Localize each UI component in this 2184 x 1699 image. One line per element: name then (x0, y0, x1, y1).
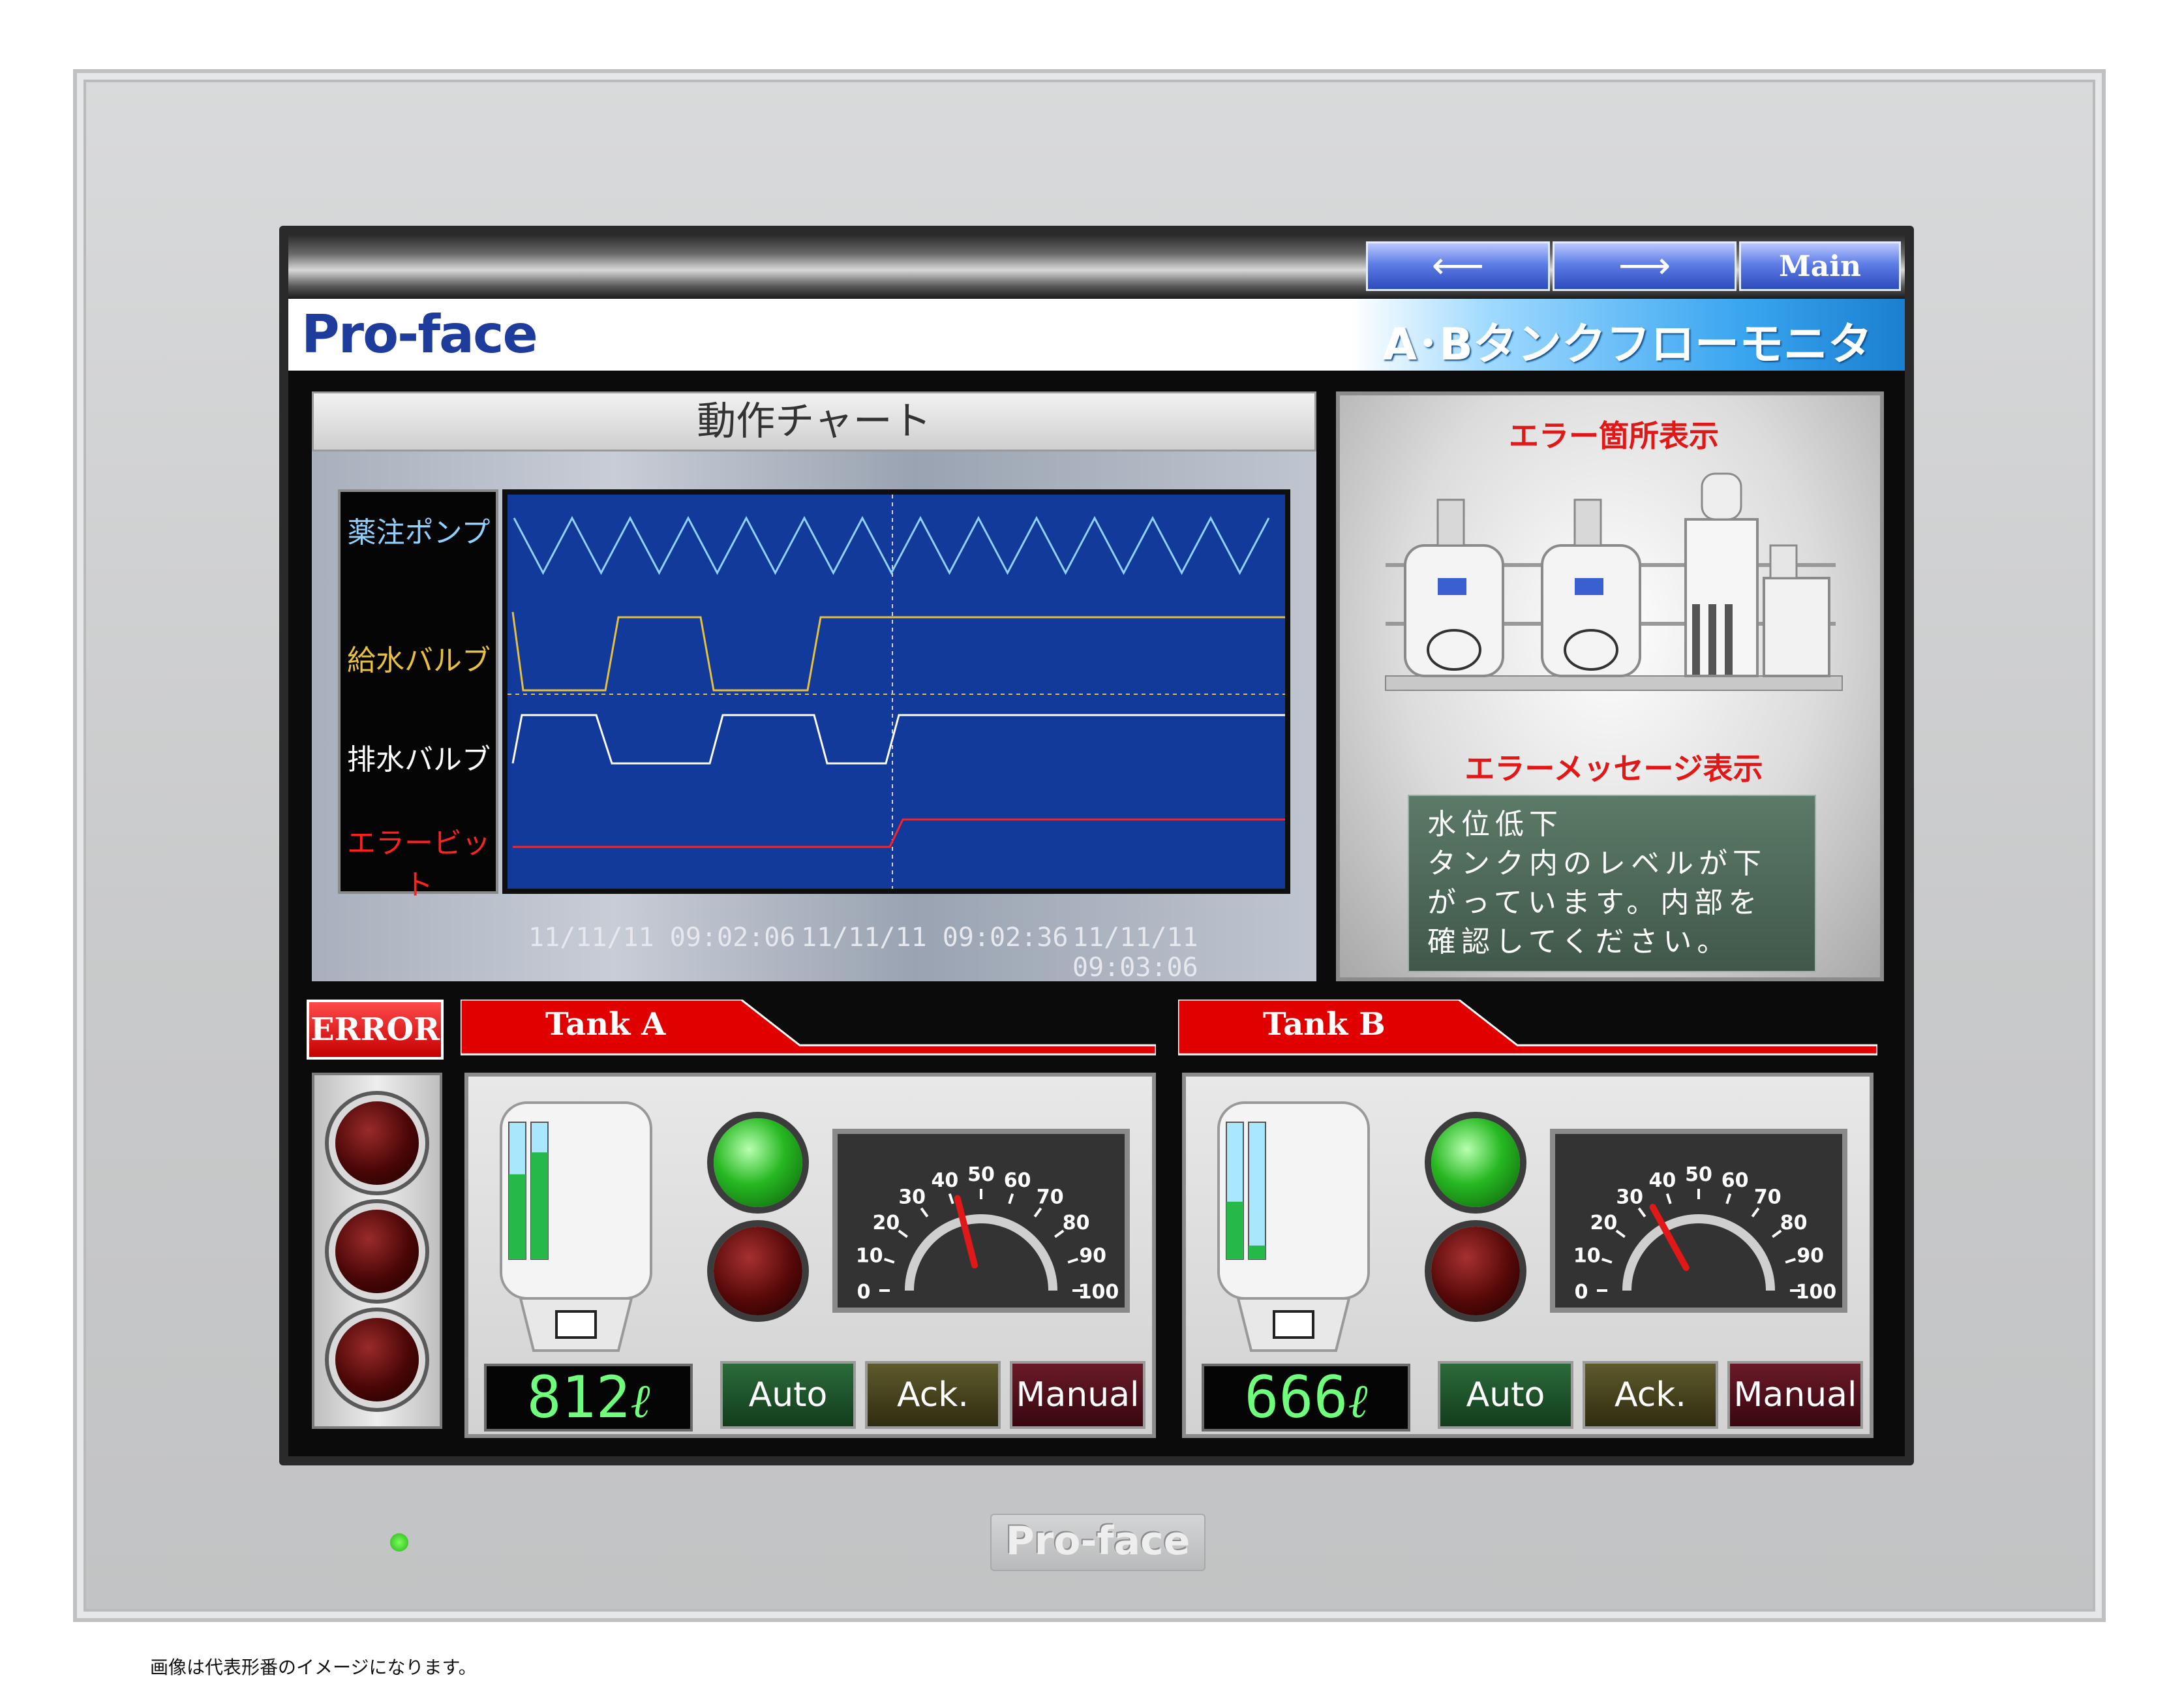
gauge-tick-label: 30 (898, 1186, 926, 1208)
title-bar: Pro-face A･Bタンクフローモニタ (288, 299, 1905, 371)
gauge-tick-label: 60 (1004, 1169, 1031, 1192)
chart-title: 動作チャート (312, 391, 1316, 452)
wave-drain-valve (511, 714, 1285, 765)
error-message-box: 水位低下 タンク内のレベルが下 がっています。内部を 確認してください。 (1408, 795, 1816, 972)
forward-button[interactable]: ⟶ (1553, 241, 1737, 291)
tank-a-level-2 (531, 1152, 548, 1259)
tank-a-tab: Tank A (461, 1000, 1156, 1060)
gauge-tick-label: 60 (1721, 1169, 1749, 1192)
main-button-label: Main (1779, 249, 1861, 283)
proface-logo: Pro-face (301, 304, 538, 365)
gauge-tick-label: 20 (1590, 1212, 1618, 1234)
gauge-tick-label: 90 (1797, 1244, 1824, 1267)
tank-b-auto-button[interactable]: Auto (1438, 1361, 1573, 1429)
gauge-tick-label: 0 (1575, 1281, 1588, 1304)
error-lamp-3 (335, 1318, 419, 1401)
tank-b-level-2 (1249, 1246, 1266, 1259)
gauge-tick-label: 10 (1573, 1244, 1601, 1267)
error-lamp-column (312, 1073, 442, 1429)
gauge-tick-label: 10 (856, 1244, 883, 1267)
timestamp-3: 11/11/11 09:03:06 (1072, 923, 1198, 983)
footnote: 画像は代表形番のイメージになります。 (150, 1657, 477, 1678)
tank-b-ack-button[interactable]: Ack. (1583, 1361, 1718, 1429)
error-message-line: タンク内のレベルが下 (1427, 847, 1767, 880)
signal-label-column: 薬注ポンプ 給水バルブ 排水バルブ エラービット (338, 489, 498, 902)
bezel-logo: Pro-face (990, 1514, 1206, 1571)
signal-label-supply-valve: 給水バルブ (347, 644, 491, 677)
tank-b-manual-button[interactable]: Manual (1727, 1361, 1863, 1429)
tank-b-icon (1217, 1101, 1370, 1352)
tank-a-volume: 812 (526, 1364, 631, 1431)
signal-label-pump: 薬注ポンプ (347, 516, 491, 549)
timestamp-1: 11/11/11 09:02:06 (528, 923, 796, 953)
timestamp-2: 11/11/11 09:02:36 (801, 923, 1069, 953)
tank-a-icon (500, 1101, 652, 1352)
tank-b-gauge: 0 10 20 30 40 50 60 70 80 90 100 (1550, 1129, 1847, 1313)
tank-a-panel: 0 10 20 30 40 50 60 70 80 90 100 812ℓ Auto Ack. Ma… (464, 1073, 1156, 1438)
gauge-tick-label: 90 (1079, 1244, 1106, 1267)
tank-b-run-lamp (1431, 1118, 1520, 1207)
tank-a-volume-readout: 812ℓ (484, 1364, 693, 1431)
timing-plot-svg (508, 495, 1285, 889)
gauge-tick-label: 80 (1063, 1212, 1090, 1234)
hmi-screen: ⟵ ⟶ Main Pro-face A･Bタンクフローモニタ 動作チャート 薬注… (288, 235, 1905, 1456)
tank-a-gauge-svg: 0 10 20 30 40 50 60 70 80 90 100 (838, 1134, 1125, 1308)
gauge-tick-label: 70 (1754, 1186, 1782, 1208)
signal-label-drain-valve: 排水バルブ (347, 743, 491, 776)
plant-diagram (1385, 472, 1843, 691)
error-lamp-1 (335, 1101, 419, 1185)
tank-a-ack-button[interactable]: Ack. (865, 1361, 1001, 1429)
tank-b-alarm-lamp (1431, 1227, 1520, 1315)
gauge-tick-label: 50 (967, 1163, 995, 1186)
gauge-tick-label: 40 (932, 1169, 959, 1192)
tank-b-name: Tank B (1263, 1006, 1386, 1043)
tank-b-gauge-svg: 0 10 20 30 40 50 6070 80 90 100 (1555, 1134, 1842, 1308)
gauge-tick-label: 70 (1037, 1186, 1064, 1208)
gauge-tick-label: 100 (1796, 1281, 1837, 1304)
tank-b-volume-readout: 666ℓ (1202, 1364, 1410, 1431)
error-message-line: 水位低下 (1427, 808, 1563, 841)
error-lamp-2 (335, 1210, 419, 1293)
tank-b-level-1 (1226, 1201, 1243, 1259)
wave-error-bit (513, 818, 1285, 848)
tank-b-unit: ℓ (1348, 1373, 1368, 1428)
tank-b-volume: 666 (1244, 1364, 1348, 1431)
tank-a-gauge: 0 10 20 30 40 50 60 70 80 90 100 (832, 1129, 1130, 1313)
tank-a-auto-button[interactable]: Auto (720, 1361, 856, 1429)
error-tab: ERROR (307, 1000, 444, 1060)
error-message-title: エラーメッセージ表示 (1464, 751, 1763, 786)
main-button[interactable]: Main (1739, 241, 1901, 291)
back-button[interactable]: ⟵ (1366, 241, 1550, 291)
power-led (390, 1533, 408, 1552)
tank-a-run-lamp (714, 1118, 802, 1207)
gauge-tick-label: 0 (857, 1281, 871, 1304)
signal-label-error-bit: エラービット (347, 827, 491, 902)
tank-a-alarm-lamp (714, 1227, 802, 1315)
screen-title: A･Bタンクフローモニタ (1382, 319, 1872, 371)
tank-a-level-1 (509, 1174, 526, 1259)
tank-a-unit: ℓ (630, 1373, 650, 1428)
tank-b-panel: 0 10 20 30 40 50 60 70 80 90 100 666ℓ Auto Ack. Ma… (1182, 1073, 1873, 1438)
arrow-left-icon: ⟵ (1431, 245, 1485, 287)
gauge-tick-label: 100 (1078, 1281, 1119, 1304)
arrow-right-icon: ⟶ (1618, 245, 1671, 287)
wave-pump (513, 515, 1270, 575)
screen-title-area: A･Bタンクフローモニタ (1352, 299, 1905, 371)
error-location-panel: エラー箇所表示 エラーメッセージ表示 水位低下 タンク内のレベルが下 がっていま… (1336, 391, 1884, 981)
tank-b-tab: Tank B (1178, 1000, 1877, 1060)
gauge-tick-label: 20 (873, 1212, 900, 1234)
gauge-tick-label: 30 (1616, 1186, 1643, 1208)
timing-plot (502, 489, 1290, 894)
error-message-line: 確認してください。 (1427, 925, 1731, 958)
wave-supply-valve (511, 611, 1285, 692)
top-bar: ⟵ ⟶ Main (288, 235, 1905, 299)
gauge-tick-label: 80 (1780, 1212, 1808, 1234)
operation-chart: 薬注ポンプ 給水バルブ 排水バルブ エラービット 11/11/11 09:02:… (312, 452, 1316, 983)
error-location-title: エラー箇所表示 (1509, 418, 1719, 453)
gauge-tick-label: 50 (1685, 1163, 1712, 1186)
tank-a-manual-button[interactable]: Manual (1010, 1361, 1145, 1429)
error-message-line: がっています。内部を (1427, 886, 1763, 919)
gauge-tick-label: 40 (1649, 1169, 1676, 1192)
tank-a-name: Tank A (545, 1006, 666, 1043)
